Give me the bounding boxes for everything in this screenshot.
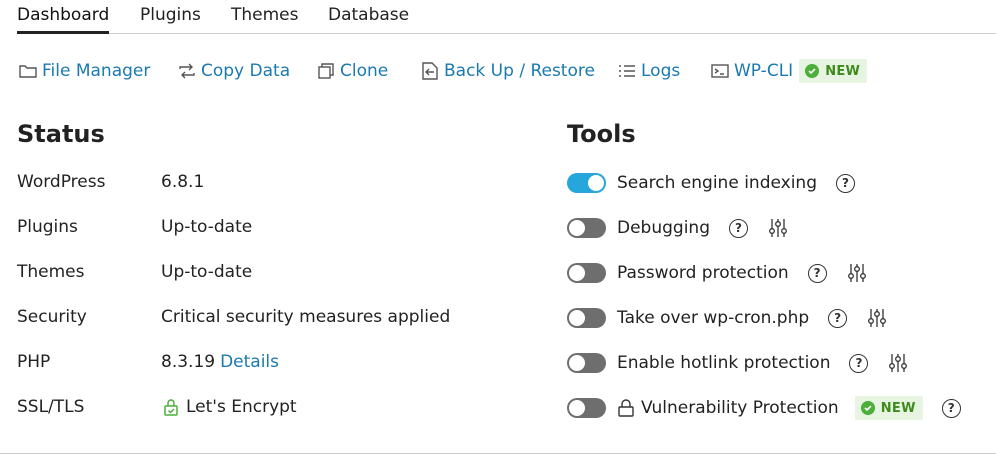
tool-row-hotlink-protection: Enable hotlink protection ? <box>567 350 909 376</box>
wp-cron-toggle[interactable] <box>567 308 606 328</box>
new-badge: NEW <box>799 59 868 83</box>
lock-icon <box>161 397 181 417</box>
status-label: PHP <box>17 352 51 372</box>
check-circle-icon <box>805 64 820 78</box>
tab-plugins[interactable]: Plugins <box>140 5 201 25</box>
tool-label: Search engine indexing <box>617 173 817 193</box>
ssl-provider: Let's Encrypt <box>186 397 297 417</box>
new-badge-label: NEW <box>880 400 916 416</box>
tool-row-vulnerability-protection: Vulnerability Protection NEW ? <box>567 395 961 421</box>
php-details-link[interactable]: Details <box>220 352 279 372</box>
toggle-knob <box>569 220 585 236</box>
tool-label: Password protection <box>617 263 789 283</box>
sync-icon <box>176 60 198 82</box>
help-icon[interactable]: ? <box>836 173 855 193</box>
status-value: Up-to-date <box>161 262 253 282</box>
sliders-icon[interactable] <box>767 217 789 239</box>
status-value: Let's Encrypt <box>161 397 297 417</box>
tool-row-debugging: Debugging ? <box>567 215 789 241</box>
tool-label: Vulnerability Protection <box>641 398 839 418</box>
status-row-plugins: Plugins Up-to-date <box>17 217 537 241</box>
status-heading: Status <box>17 120 105 148</box>
copy-data-button[interactable]: Copy Data <box>176 58 290 84</box>
status-label: SSL/TLS <box>17 397 85 417</box>
tool-label: Take over wp-cron.php <box>617 308 810 328</box>
sliders-icon[interactable] <box>846 262 868 284</box>
toggle-knob <box>569 265 585 281</box>
backup-restore-icon <box>419 60 441 82</box>
lock-icon <box>617 398 635 418</box>
tab-themes[interactable]: Themes <box>231 5 299 25</box>
vulnerability-protection-toggle[interactable] <box>567 398 606 418</box>
status-label: Security <box>17 307 87 327</box>
list-icon <box>616 60 638 82</box>
security-status-link[interactable]: Critical security measures applied <box>161 307 450 327</box>
help-icon[interactable]: ? <box>828 308 848 328</box>
backup-restore-label: Back Up / Restore <box>444 61 595 81</box>
check-circle-icon <box>860 401 875 415</box>
file-manager-button[interactable]: File Manager <box>17 58 150 84</box>
status-row-php: PHP 8.3.19 Details <box>17 352 537 376</box>
php-version: 8.3.19 <box>161 352 216 372</box>
status-value: 6.8.1 <box>161 172 205 192</box>
backup-restore-button[interactable]: Back Up / Restore <box>419 58 595 84</box>
tab-bar: Dashboard Plugins Themes Database <box>17 0 996 34</box>
logs-button[interactable]: Logs <box>616 58 680 84</box>
help-icon[interactable]: ? <box>729 218 748 238</box>
file-manager-label: File Manager <box>42 61 151 81</box>
tool-row-search-engine-indexing: Search engine indexing ? <box>567 170 855 196</box>
help-icon[interactable]: ? <box>941 398 961 418</box>
tab-database[interactable]: Database <box>328 5 409 25</box>
logs-label: Logs <box>641 61 681 81</box>
divider <box>0 453 996 454</box>
toggle-knob <box>569 355 585 371</box>
debugging-toggle[interactable] <box>567 218 606 238</box>
toggle-knob <box>569 400 585 416</box>
status-row-security: Security Critical security measures appl… <box>17 307 537 331</box>
new-badge-label: NEW <box>825 63 861 79</box>
tool-row-wp-cron: Take over wp-cron.php ? <box>567 305 888 331</box>
status-label: Plugins <box>17 217 78 237</box>
status-label: Themes <box>17 262 85 282</box>
tools-heading: Tools <box>567 120 636 148</box>
copy-data-label: Copy Data <box>201 61 291 81</box>
password-protection-toggle[interactable] <box>567 263 606 283</box>
tool-label: Debugging <box>617 218 710 238</box>
clone-button[interactable]: Clone <box>315 58 388 84</box>
terminal-icon <box>709 60 731 82</box>
search-engine-indexing-toggle[interactable] <box>567 173 606 193</box>
help-icon[interactable]: ? <box>807 263 827 283</box>
status-row-themes: Themes Up-to-date <box>17 262 537 286</box>
clone-icon <box>315 60 337 82</box>
wp-cli-button[interactable]: WP-CLI NEW <box>709 58 868 84</box>
sliders-icon[interactable] <box>887 352 909 374</box>
tool-row-password-protection: Password protection ? <box>567 260 868 286</box>
status-row-wordpress: WordPress 6.8.1 <box>17 172 537 196</box>
status-row-ssl: SSL/TLS Let's Encrypt <box>17 397 537 421</box>
toggle-knob <box>569 310 585 326</box>
new-badge: NEW <box>854 396 923 420</box>
sliders-icon[interactable] <box>866 307 888 329</box>
status-label: WordPress <box>17 172 106 192</box>
toggle-knob <box>588 175 604 191</box>
help-icon[interactable]: ? <box>849 353 869 373</box>
tool-label: Enable hotlink protection <box>617 353 831 373</box>
clone-label: Clone <box>340 61 389 81</box>
status-value: Up-to-date <box>161 217 253 237</box>
folder-icon <box>17 60 39 82</box>
hotlink-protection-toggle[interactable] <box>567 353 606 373</box>
status-value: 8.3.19 Details <box>161 352 279 372</box>
wp-cli-label: WP-CLI <box>734 61 794 81</box>
tab-dashboard[interactable]: Dashboard <box>17 5 110 34</box>
